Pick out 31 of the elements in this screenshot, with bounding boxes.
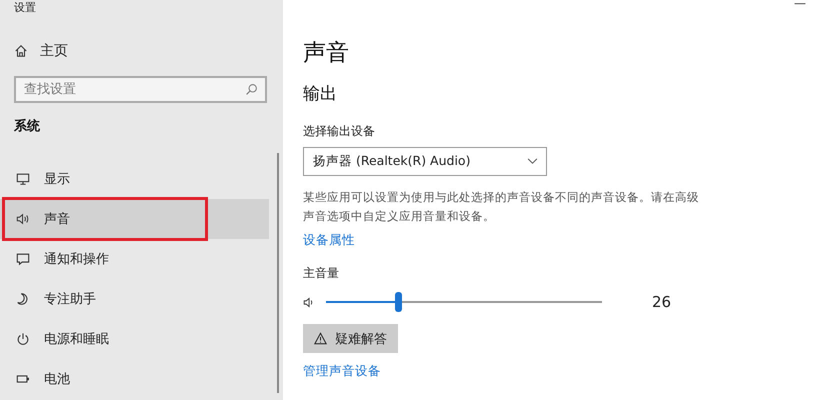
minimize-button[interactable]: — bbox=[794, 0, 806, 10]
device-dropdown[interactable]: 扬声器 (Realtek(R) Audio) bbox=[303, 147, 547, 176]
sidebar-item[interactable]: 电池 bbox=[0, 359, 269, 399]
window-title: 设置 bbox=[14, 0, 37, 16]
search-icon bbox=[245, 83, 258, 96]
section-heading: 系统 bbox=[14, 118, 41, 135]
troubleshoot-button[interactable]: 疑难解答 bbox=[303, 324, 398, 353]
properties-link[interactable]: 设备属性 bbox=[303, 232, 355, 249]
slider-thumb[interactable] bbox=[394, 292, 402, 312]
home-link[interactable]: 主页 bbox=[14, 42, 68, 60]
manage-link[interactable]: 管理声音设备 bbox=[303, 363, 381, 380]
search-field[interactable]: 查找设置 bbox=[14, 76, 267, 103]
warning-icon bbox=[314, 332, 327, 345]
sidebar-item[interactable]: 电源和睡眠 bbox=[0, 319, 269, 359]
page-title: 声音 bbox=[303, 39, 349, 68]
speaker-icon bbox=[16, 212, 30, 226]
chevron-icon bbox=[527, 158, 538, 165]
power-icon bbox=[16, 332, 30, 346]
message-icon bbox=[16, 252, 30, 266]
monitor-icon bbox=[16, 172, 30, 186]
sidebar-item[interactable]: 显示 bbox=[0, 159, 269, 199]
volume-value: 26 bbox=[652, 293, 672, 311]
sidebar-item[interactable]: 专注助手 bbox=[0, 279, 269, 319]
section-heading: 输出 bbox=[303, 83, 337, 105]
sidebar-item[interactable]: 声音 bbox=[0, 199, 269, 239]
volume-label: 主音量 bbox=[303, 265, 339, 282]
field-label: 选择输出设备 bbox=[303, 123, 375, 140]
home-icon bbox=[14, 44, 28, 58]
sidebar-item[interactable]: 通知和操作 bbox=[0, 239, 269, 279]
moon-icon bbox=[16, 292, 30, 306]
description-text: 某些应用可以设置为使用与此处选择的声音设备不同的声音设备。请在高级声音选项中自定义应用音量和设备。 bbox=[303, 189, 700, 225]
